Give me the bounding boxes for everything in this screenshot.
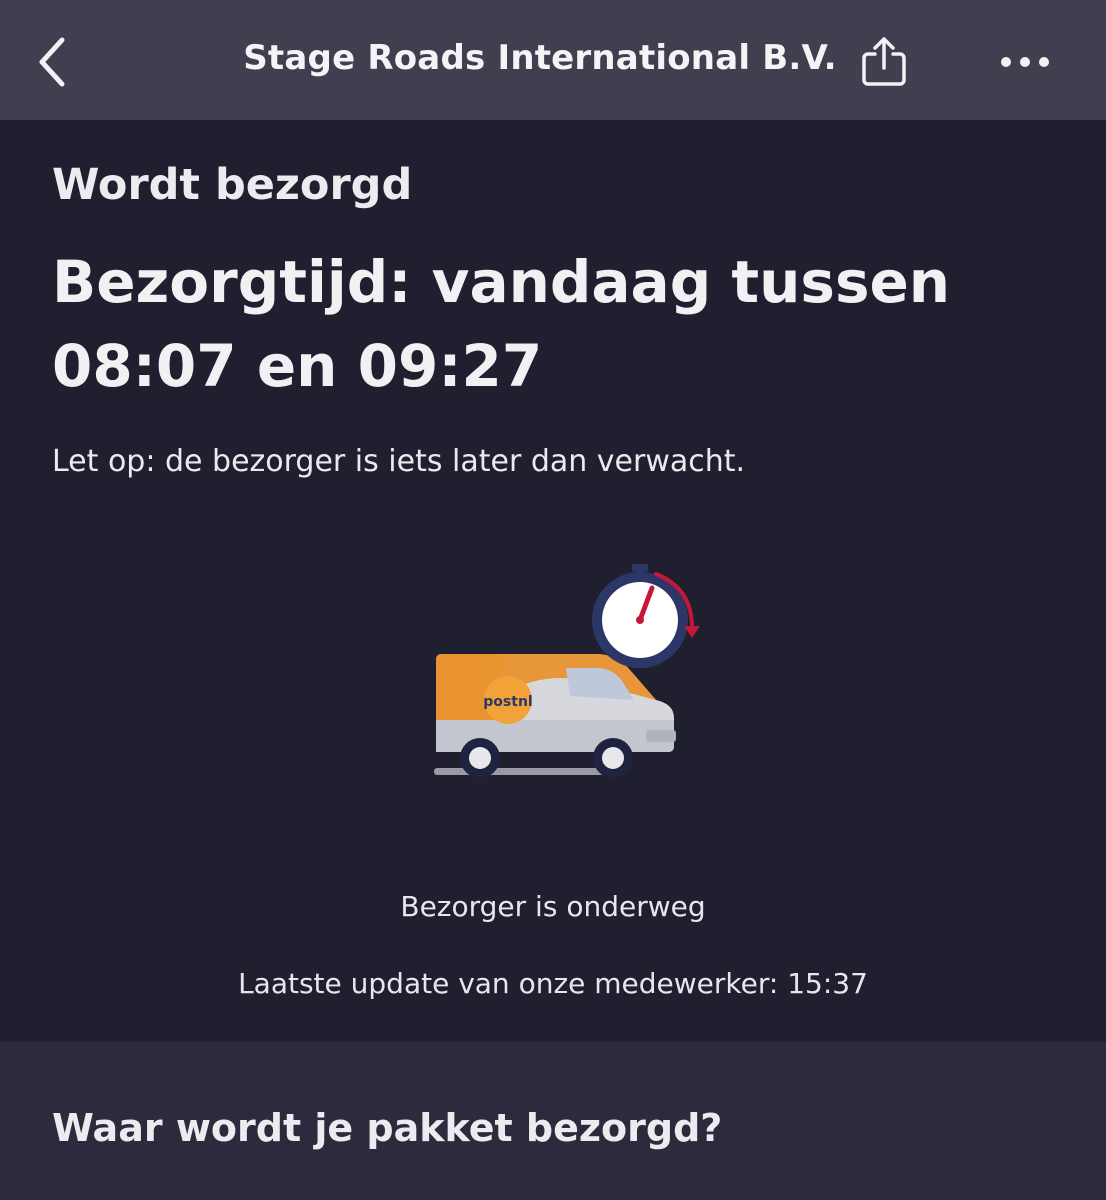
delivery-location-section: Waar wordt je pakket bezorgd? [0, 1042, 1106, 1200]
more-horizontal-icon [1001, 57, 1049, 67]
delivery-status-card: Wordt bezorgd Bezorgtijd: vandaag tussen… [0, 120, 1106, 1042]
location-heading: Waar wordt je pakket bezorgd? [52, 1106, 723, 1150]
chevron-left-icon [39, 37, 65, 87]
last-update-text: Laatste update van onze medewerker: 15:3… [238, 967, 868, 1000]
page-title: Stage Roads International B.V. [243, 38, 837, 78]
share-icon [862, 37, 906, 86]
stopwatch-icon [592, 564, 700, 668]
delivery-time-window: Bezorgtijd: vandaag tussen 08:07 en 09:2… [52, 248, 951, 400]
back-button[interactable] [22, 28, 82, 96]
more-options-button[interactable] [990, 34, 1060, 90]
postnl-logo: postnl [483, 694, 532, 710]
share-button[interactable] [852, 30, 916, 94]
status-label: Wordt bezorgd [52, 160, 413, 210]
delay-notice: Let op: de bezorger is iets later dan ve… [52, 444, 746, 479]
courier-status-text: Bezorger is onderweg [400, 890, 706, 923]
top-navigation-bar: Stage Roads International B.V. [0, 0, 1106, 120]
delivery-van-illustration: postnl [420, 560, 720, 790]
